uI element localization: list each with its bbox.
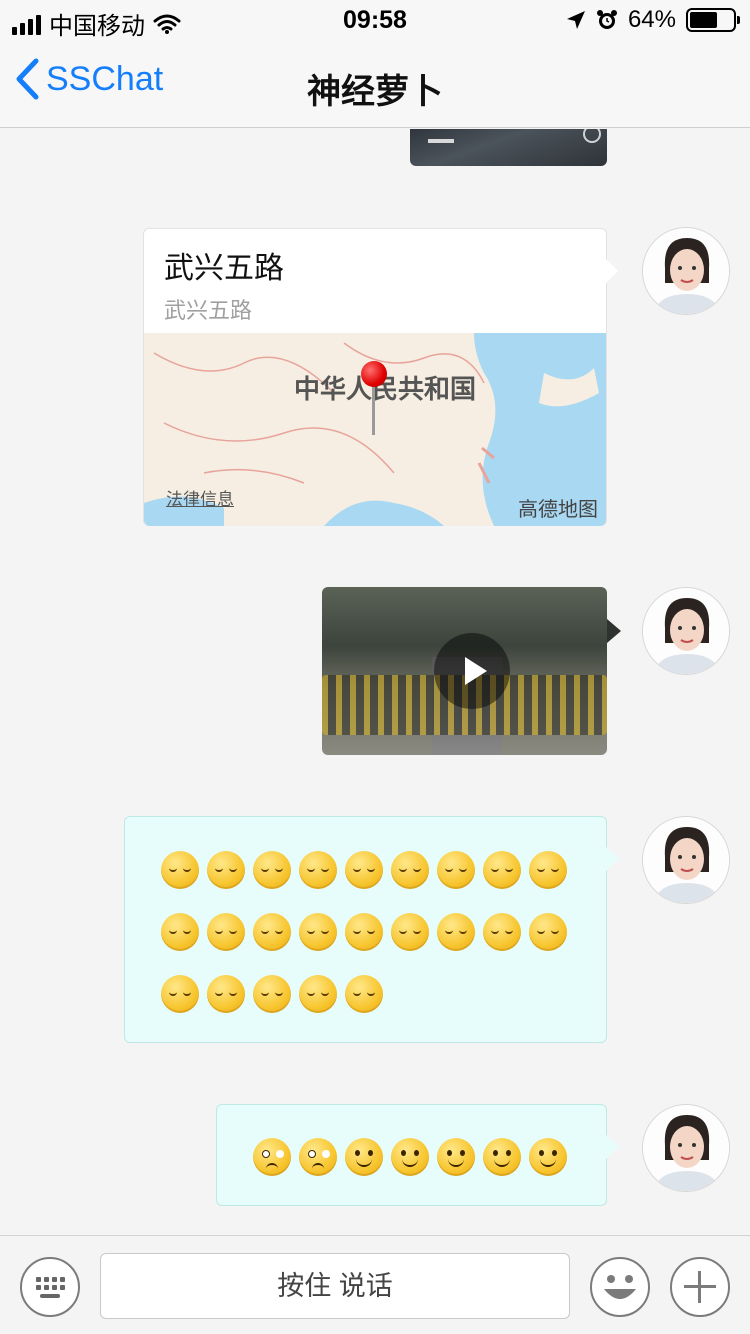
location-subtitle: 武兴五路 bbox=[164, 298, 253, 323]
sleepy-emoji-icon bbox=[161, 975, 199, 1013]
sleepy-emoji-icon bbox=[207, 913, 245, 951]
bubble-tail bbox=[606, 259, 618, 283]
location-map[interactable]: 中华人民共和国 法律信息 高德地图 bbox=[144, 333, 606, 526]
bubble-tail bbox=[606, 847, 619, 871]
worried-emoji-icon bbox=[299, 1138, 337, 1176]
location-arrow-icon bbox=[566, 11, 585, 29]
keyboard-icon bbox=[35, 1276, 65, 1298]
smile-emoji-icon bbox=[437, 1138, 475, 1176]
map-provider-label: 高德地图 bbox=[518, 499, 598, 521]
emoji-message[interactable] bbox=[216, 1104, 619, 1206]
sleepy-emoji-icon bbox=[299, 913, 337, 951]
bubble-tail bbox=[606, 1135, 619, 1159]
plus-icon bbox=[684, 1271, 716, 1303]
sleepy-emoji-icon bbox=[391, 913, 429, 951]
image-brand-mark bbox=[428, 139, 454, 143]
sleepy-emoji-icon bbox=[299, 851, 337, 889]
avatar[interactable] bbox=[642, 816, 730, 904]
navigation-bar: SSChat 神经萝卜 bbox=[0, 40, 750, 128]
sleepy-emoji-icon bbox=[483, 913, 521, 951]
map-legal-link[interactable]: 法律信息 bbox=[166, 485, 234, 510]
sleepy-emoji-icon bbox=[253, 975, 291, 1013]
sleepy-emoji-icon bbox=[253, 851, 291, 889]
sleepy-emoji-icon bbox=[345, 975, 383, 1013]
sleepy-emoji-icon bbox=[345, 913, 383, 951]
sleepy-emoji-icon bbox=[345, 851, 383, 889]
image-logo-mark bbox=[583, 129, 601, 143]
battery-level bbox=[690, 12, 717, 28]
smile-emoji-icon bbox=[345, 1138, 383, 1176]
chat-title: 神经萝卜 bbox=[307, 73, 443, 111]
worried-emoji-icon bbox=[253, 1138, 291, 1176]
chat-message-list[interactable]: 武兴五路 武兴五路 中华人民共和国 法律信息 高德地图 bbox=[0, 129, 750, 1235]
user-avatar-icon bbox=[643, 228, 729, 314]
sleepy-emoji-icon bbox=[161, 851, 199, 889]
play-button[interactable] bbox=[434, 633, 510, 709]
avatar[interactable] bbox=[642, 227, 730, 315]
video-message[interactable] bbox=[322, 587, 621, 755]
smile-emoji-icon bbox=[529, 1138, 567, 1176]
emoji-row bbox=[161, 913, 567, 951]
sleepy-emoji-icon bbox=[207, 851, 245, 889]
avatar[interactable] bbox=[642, 1104, 730, 1192]
user-avatar-icon bbox=[643, 1105, 729, 1191]
avatar[interactable] bbox=[642, 587, 730, 675]
location-message[interactable]: 武兴五路 武兴五路 中华人民共和国 法律信息 高德地图 bbox=[143, 228, 618, 526]
user-avatar-icon bbox=[643, 588, 729, 674]
emoji-row bbox=[253, 1138, 567, 1176]
image-message[interactable] bbox=[410, 129, 607, 166]
emoji-row bbox=[161, 851, 567, 889]
input-toolbar: 按住 说话 bbox=[0, 1235, 750, 1334]
sleepy-emoji-icon bbox=[391, 851, 429, 889]
map-pin-icon bbox=[361, 361, 387, 387]
sleepy-emoji-icon bbox=[437, 851, 475, 889]
sleepy-emoji-icon bbox=[299, 975, 337, 1013]
sleepy-emoji-icon bbox=[207, 975, 245, 1013]
emoji-message[interactable] bbox=[124, 816, 619, 1043]
location-title: 武兴五路 bbox=[164, 252, 284, 285]
emoji-button[interactable] bbox=[590, 1257, 650, 1317]
battery-percent: 64% bbox=[627, 6, 676, 33]
bubble-tail bbox=[607, 619, 621, 643]
smile-emoji-icon bbox=[391, 1138, 429, 1176]
sleepy-emoji-icon bbox=[529, 851, 567, 889]
status-right: 64% bbox=[566, 6, 740, 34]
sleepy-emoji-icon bbox=[483, 851, 521, 889]
sleepy-emoji-icon bbox=[161, 913, 199, 951]
emoji-face-icon bbox=[604, 1275, 636, 1299]
sleepy-emoji-icon bbox=[437, 913, 475, 951]
keyboard-toggle-button[interactable] bbox=[20, 1257, 80, 1317]
status-bar: 中国移动 09:58 64% bbox=[0, 0, 750, 40]
emoji-row bbox=[161, 975, 383, 1013]
user-avatar-icon bbox=[643, 817, 729, 903]
map-pin-stick bbox=[372, 385, 375, 435]
battery-icon bbox=[686, 8, 740, 32]
more-actions-button[interactable] bbox=[670, 1257, 730, 1317]
smile-emoji-icon bbox=[483, 1138, 521, 1176]
alarm-icon bbox=[596, 10, 617, 29]
hold-to-talk-button[interactable]: 按住 说话 bbox=[100, 1253, 570, 1319]
sleepy-emoji-icon bbox=[253, 913, 291, 951]
sleepy-emoji-icon bbox=[529, 913, 567, 951]
